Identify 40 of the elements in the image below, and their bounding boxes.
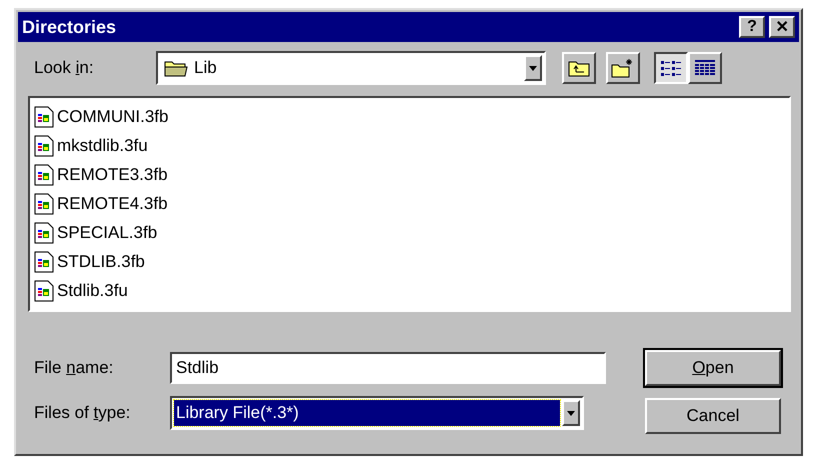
file-item[interactable]: mkstdlib.3fu [57,136,148,156]
file-icon [34,134,54,157]
caret-icon [567,410,575,416]
file-icon [34,222,54,244]
file-icon [34,251,54,274]
details-view-button[interactable] [688,52,722,84]
file-icon [34,280,54,302]
file-item[interactable]: Stdlib.3fu [57,281,128,302]
file-item[interactable]: REMOTE4.3fb [57,194,168,214]
look-in-dropdown[interactable]: Lib [156,51,546,85]
details-view-icon [694,59,716,77]
file-icon [34,192,54,215]
list-view-icon [660,59,682,77]
file-item[interactable]: REMOTE3.3fb [57,164,168,185]
close-button[interactable]: ✕ [769,16,795,38]
dropdown-button[interactable] [562,400,580,426]
up-folder-button[interactable] [562,52,596,84]
up-folder-icon [568,59,590,77]
file-icon [34,106,54,128]
new-folder-icon [611,58,635,78]
look-in-label: Look in: [34,58,95,78]
file-item[interactable]: STDLIB.3fb [57,252,145,272]
file-icon [34,164,54,186]
file-item[interactable]: SPECIAL.3fb [57,223,158,244]
file-item[interactable]: COMMUNI.3fb [57,106,168,127]
file-name-label: File name: [34,358,114,378]
new-folder-button[interactable] [606,52,640,84]
dialog-button[interactable]: Cancel [645,398,781,434]
window-title: Directories [22,16,118,38]
list-view-button[interactable] [654,52,688,84]
dropdown-button[interactable] [524,55,542,81]
files-of-type-value: Library File(*.3*) [174,400,560,426]
caret-icon [529,66,537,70]
folder-icon [164,59,188,77]
look-in-value: Lib [194,58,217,78]
file-name-field[interactable]: Stdlib [170,352,606,384]
dialog-button[interactable]: Open [645,350,781,386]
files-of-type-dropdown[interactable]: Library File(*.3*) [170,396,584,430]
files-of-type-label: Files of type: [34,403,132,423]
help-button[interactable]: ? [739,16,765,38]
